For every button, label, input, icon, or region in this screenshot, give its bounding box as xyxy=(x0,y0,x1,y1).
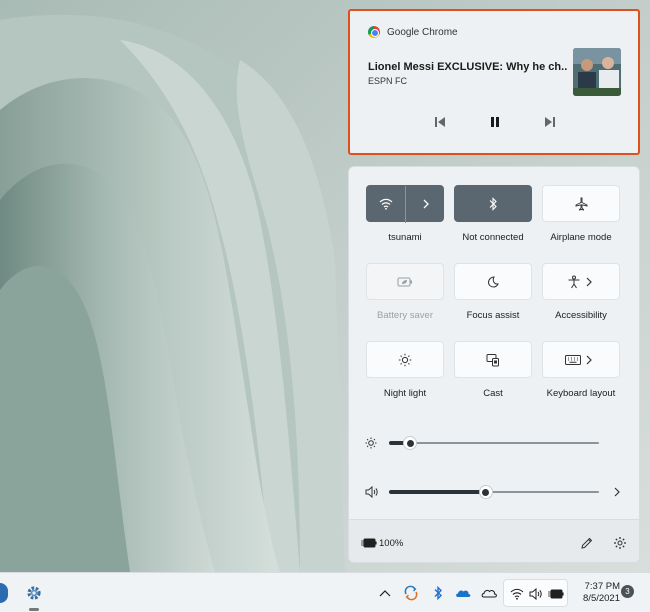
airplane-mode-tile[interactable] xyxy=(542,185,620,222)
volume-slider[interactable] xyxy=(365,484,625,500)
battery-saver-icon xyxy=(397,277,412,286)
keyboard-layout-tile[interactable] xyxy=(542,341,620,378)
accessibility-icon xyxy=(568,275,580,289)
battery-icon xyxy=(548,589,564,599)
next-icon xyxy=(545,117,555,127)
battery-saver-label: Battery saver xyxy=(377,310,433,321)
media-controls xyxy=(430,112,560,132)
settings-gear-icon[interactable] xyxy=(613,536,627,550)
airplane-mode-label: Airplane mode xyxy=(550,232,612,243)
quick-settings-tray-button[interactable] xyxy=(503,579,568,607)
onedrive-icon[interactable] xyxy=(455,585,471,601)
media-thumbnail xyxy=(573,48,621,96)
wifi-icon xyxy=(379,198,393,210)
accessibility-tile[interactable] xyxy=(542,263,620,300)
taskbar-clock[interactable]: 7:37 PM 8/5/2021 xyxy=(574,581,620,605)
bluetooth-tile[interactable] xyxy=(454,185,532,222)
speaker-icon xyxy=(365,486,378,498)
bluetooth-tray-icon[interactable] xyxy=(430,585,446,601)
night-light-tile[interactable] xyxy=(366,341,444,378)
pause-button[interactable] xyxy=(485,112,505,132)
volume-slider-thumb[interactable] xyxy=(478,485,493,499)
media-playback-card[interactable]: Google Chrome Lionel Messi EXCLUSIVE: Wh… xyxy=(348,9,640,155)
quick-settings-panel: tsunami Not connected Airplane mode Batt… xyxy=(348,166,640,563)
taskbar: 7:37 PM 8/5/2021 3 xyxy=(0,572,650,612)
media-app-name: Google Chrome xyxy=(387,26,458,38)
sync-icon[interactable] xyxy=(403,585,419,601)
chevron-right-icon[interactable] xyxy=(422,199,430,209)
pause-icon xyxy=(491,117,499,127)
accessibility-label: Accessibility xyxy=(555,310,607,321)
moon-icon xyxy=(487,275,499,288)
battery-charging-icon xyxy=(361,538,377,548)
battery-percentage: 100% xyxy=(379,538,404,549)
media-title: Lionel Messi EXCLUSIVE: Why he ch... xyxy=(368,61,568,73)
media-source: ESPN FC xyxy=(368,76,408,86)
chevron-right-icon[interactable] xyxy=(585,355,593,365)
wifi-label: tsunami xyxy=(388,232,422,243)
bluetooth-label: Not connected xyxy=(462,232,524,243)
cast-tile[interactable] xyxy=(454,341,532,378)
show-hidden-icons-chevron-icon[interactable] xyxy=(377,585,393,601)
cloud-icon[interactable] xyxy=(481,585,497,601)
cast-icon xyxy=(486,353,499,366)
brightness-slider[interactable] xyxy=(365,435,625,451)
keyboard-layout-label: Keyboard layout xyxy=(546,388,616,399)
wifi-icon xyxy=(510,588,524,600)
chrome-icon xyxy=(368,26,380,38)
bluetooth-icon xyxy=(489,196,497,211)
chevron-right-icon[interactable] xyxy=(585,277,593,287)
focus-assist-label: Focus assist xyxy=(466,310,520,321)
airplane-icon xyxy=(575,197,588,211)
audio-output-chevron-icon[interactable] xyxy=(613,487,621,497)
brightness-slider-thumb[interactable] xyxy=(403,436,417,450)
battery-saver-tile[interactable] xyxy=(366,263,444,300)
taskbar-app-icon[interactable] xyxy=(0,583,8,603)
sun-icon xyxy=(398,353,412,366)
running-indicator xyxy=(29,608,39,611)
keyboard-icon xyxy=(565,355,581,365)
wifi-tile[interactable] xyxy=(366,185,444,223)
edit-pencil-icon[interactable] xyxy=(580,536,594,550)
previous-icon xyxy=(435,117,445,127)
notification-count-badge[interactable]: 3 xyxy=(621,585,634,598)
media-app-header: Google Chrome xyxy=(368,26,458,38)
cast-label: Cast xyxy=(483,388,503,399)
clock-time: 7:37 PM xyxy=(584,581,620,592)
clock-date: 8/5/2021 xyxy=(583,593,620,604)
previous-track-button[interactable] xyxy=(430,112,450,132)
volume-icon xyxy=(529,588,542,600)
night-light-label: Night light xyxy=(383,388,427,399)
next-track-button[interactable] xyxy=(540,112,560,132)
brightness-icon xyxy=(365,437,377,449)
quick-settings-footer: 100% xyxy=(349,519,639,562)
focus-assist-tile[interactable] xyxy=(454,263,532,300)
settings-app-icon[interactable] xyxy=(24,583,44,603)
